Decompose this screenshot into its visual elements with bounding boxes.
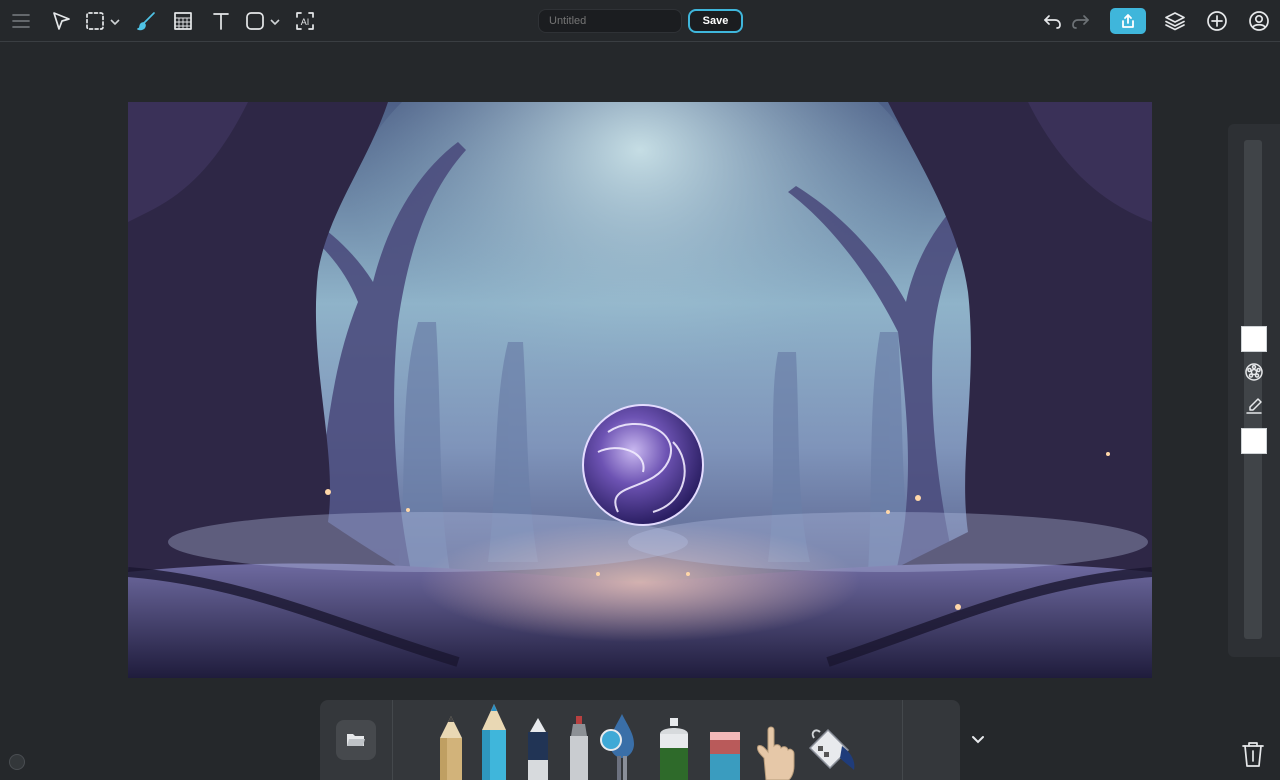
shape-dropdown-caret-icon[interactable] (270, 14, 280, 26)
tray-divider (902, 700, 903, 780)
spray-can-tool[interactable] (654, 716, 694, 780)
select-arrow-icon[interactable] (48, 8, 74, 34)
pencil-tool[interactable] (438, 714, 464, 780)
paint-app: AI Save (0, 0, 1280, 780)
text-icon[interactable] (208, 8, 234, 34)
share-button[interactable] (1110, 8, 1146, 34)
menu-icon[interactable] (8, 8, 34, 34)
hand-tool[interactable] (752, 724, 798, 780)
ai-icon[interactable]: AI (292, 8, 318, 34)
active-color-dot[interactable] (600, 729, 622, 751)
primary-color-swatch[interactable] (1241, 326, 1267, 352)
document-title-input[interactable] (538, 9, 682, 33)
eraser-pen-icon[interactable] (1242, 394, 1266, 418)
folder-icon (347, 734, 365, 746)
brush-icon[interactable] (133, 8, 159, 34)
color-wheel-icon[interactable] (1242, 360, 1266, 384)
secondary-color-swatch[interactable] (1241, 428, 1267, 454)
redo-icon[interactable] (1067, 8, 1093, 34)
ai-icon-label: AI (301, 17, 310, 27)
status-indicator (9, 754, 25, 770)
trash-icon[interactable] (1240, 740, 1266, 768)
share-icon (1122, 14, 1134, 28)
marker-tool[interactable] (526, 716, 550, 780)
add-icon[interactable] (1204, 8, 1230, 34)
marquee-select-icon[interactable] (82, 8, 108, 34)
paint-bucket-tool[interactable] (804, 724, 860, 780)
fill-pattern-icon[interactable] (170, 8, 196, 34)
tray-expand-chevron-down-icon[interactable] (970, 732, 986, 748)
tool-tray (320, 700, 960, 780)
marquee-dropdown-caret-icon[interactable] (110, 14, 120, 26)
brush-size-slider[interactable] (1244, 140, 1262, 639)
save-button[interactable]: Save (688, 9, 743, 33)
canvas-artwork (128, 102, 1152, 678)
top-toolbar: AI Save (0, 0, 1280, 42)
account-icon[interactable] (1246, 8, 1272, 34)
tray-divider (392, 700, 393, 780)
fine-pen-tool[interactable] (568, 714, 590, 780)
shape-icon[interactable] (242, 8, 268, 34)
drawing-canvas[interactable] (128, 102, 1152, 678)
undo-icon[interactable] (1040, 8, 1066, 34)
layers-icon[interactable] (1162, 8, 1188, 34)
brush-settings-panel (1228, 124, 1280, 657)
blue-pencil-tool[interactable] (480, 702, 508, 780)
open-file-button[interactable] (336, 720, 376, 760)
eraser-tool[interactable] (708, 730, 742, 780)
